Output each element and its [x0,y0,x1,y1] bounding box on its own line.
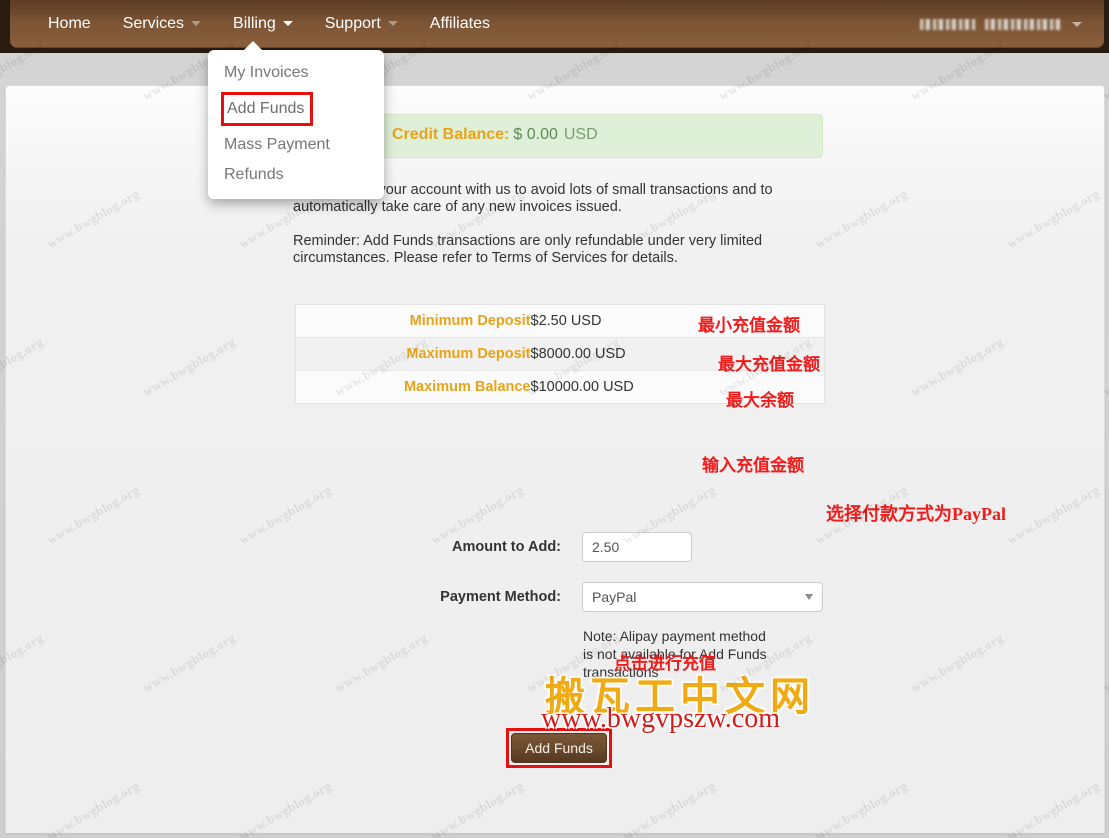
min-deposit-label: Minimum Deposit [295,304,531,338]
payment-method-label: Payment Method: [440,589,561,605]
payment-method-selected-value: PayPal [592,589,637,605]
nav-item-billing-label: Billing [233,15,276,32]
user-first-name-redacted [920,18,976,30]
nav-item-home-label: Home [48,15,91,32]
amount-to-add-label: Amount to Add: [452,539,561,555]
billing-dropdown-menu: My Invoices Add Funds Mass Payment Refun… [208,41,384,199]
add-funds-submit-button[interactable]: Add Funds [511,733,607,763]
max-balance-label: Maximum Balance [295,370,531,404]
credit-balance-amount: $ 0.00 [513,126,558,143]
nav-item-billing[interactable]: Billing [217,0,309,48]
chevron-down-icon [282,21,293,27]
chevron-down-icon [1072,21,1082,27]
nav-item-support-label: Support [324,15,381,32]
dropdown-item-mass-payment[interactable]: Mass Payment [208,130,384,160]
nav-item-home[interactable]: Home [32,0,107,48]
dropdown-item-add-funds-row: Add Funds [208,88,384,130]
annotation-max-deposit: 最大充值金额 [718,355,820,375]
nav-item-services[interactable]: Services [107,0,217,48]
user-last-name-redacted [985,18,1063,30]
dropdown-item-add-funds[interactable]: Add Funds [221,92,314,126]
payment-method-select[interactable]: PayPal [582,582,823,612]
credit-balance-text: Credit Balance: $ 0.00 USD [392,126,598,144]
nav-item-services-label: Services [122,15,185,32]
annotation-min-deposit: 最小充值金额 [698,316,800,336]
max-deposit-label: Maximum Deposit [295,337,531,371]
brand-url-watermark: www.bwgvpszw.com [541,703,780,734]
annotation-max-balance: 最大余额 [726,391,794,411]
dropdown-item-refunds[interactable]: Refunds [208,160,384,190]
nav-item-affiliates-label: Affiliates [429,15,490,32]
dropdown-item-my-invoices[interactable]: My Invoices [208,58,384,88]
navbar: Home Services Billing Support Affiliates [10,0,1104,48]
chevron-down-icon [805,594,813,600]
user-account-menu[interactable] [920,0,1082,48]
nav-item-support[interactable]: Support [309,0,414,48]
reminder-paragraph: Reminder: Add Funds transactions are onl… [293,233,763,266]
dropdown-arrow [244,41,262,50]
amount-input[interactable] [582,532,692,562]
nav-item-affiliates[interactable]: Affiliates [414,0,506,48]
chevron-down-icon [191,21,202,27]
credit-balance-label: Credit Balance: [392,126,510,143]
annotation-payment-method: 选择付款方式为PayPal [826,504,1006,524]
top-bar: Home Services Billing Support Affiliates [0,0,1109,53]
nav-links: Home Services Billing Support Affiliates [32,0,506,48]
credit-balance-currency: USD [563,126,598,143]
chevron-down-icon [387,21,398,27]
annotation-amount-input: 输入充值金额 [702,456,804,476]
